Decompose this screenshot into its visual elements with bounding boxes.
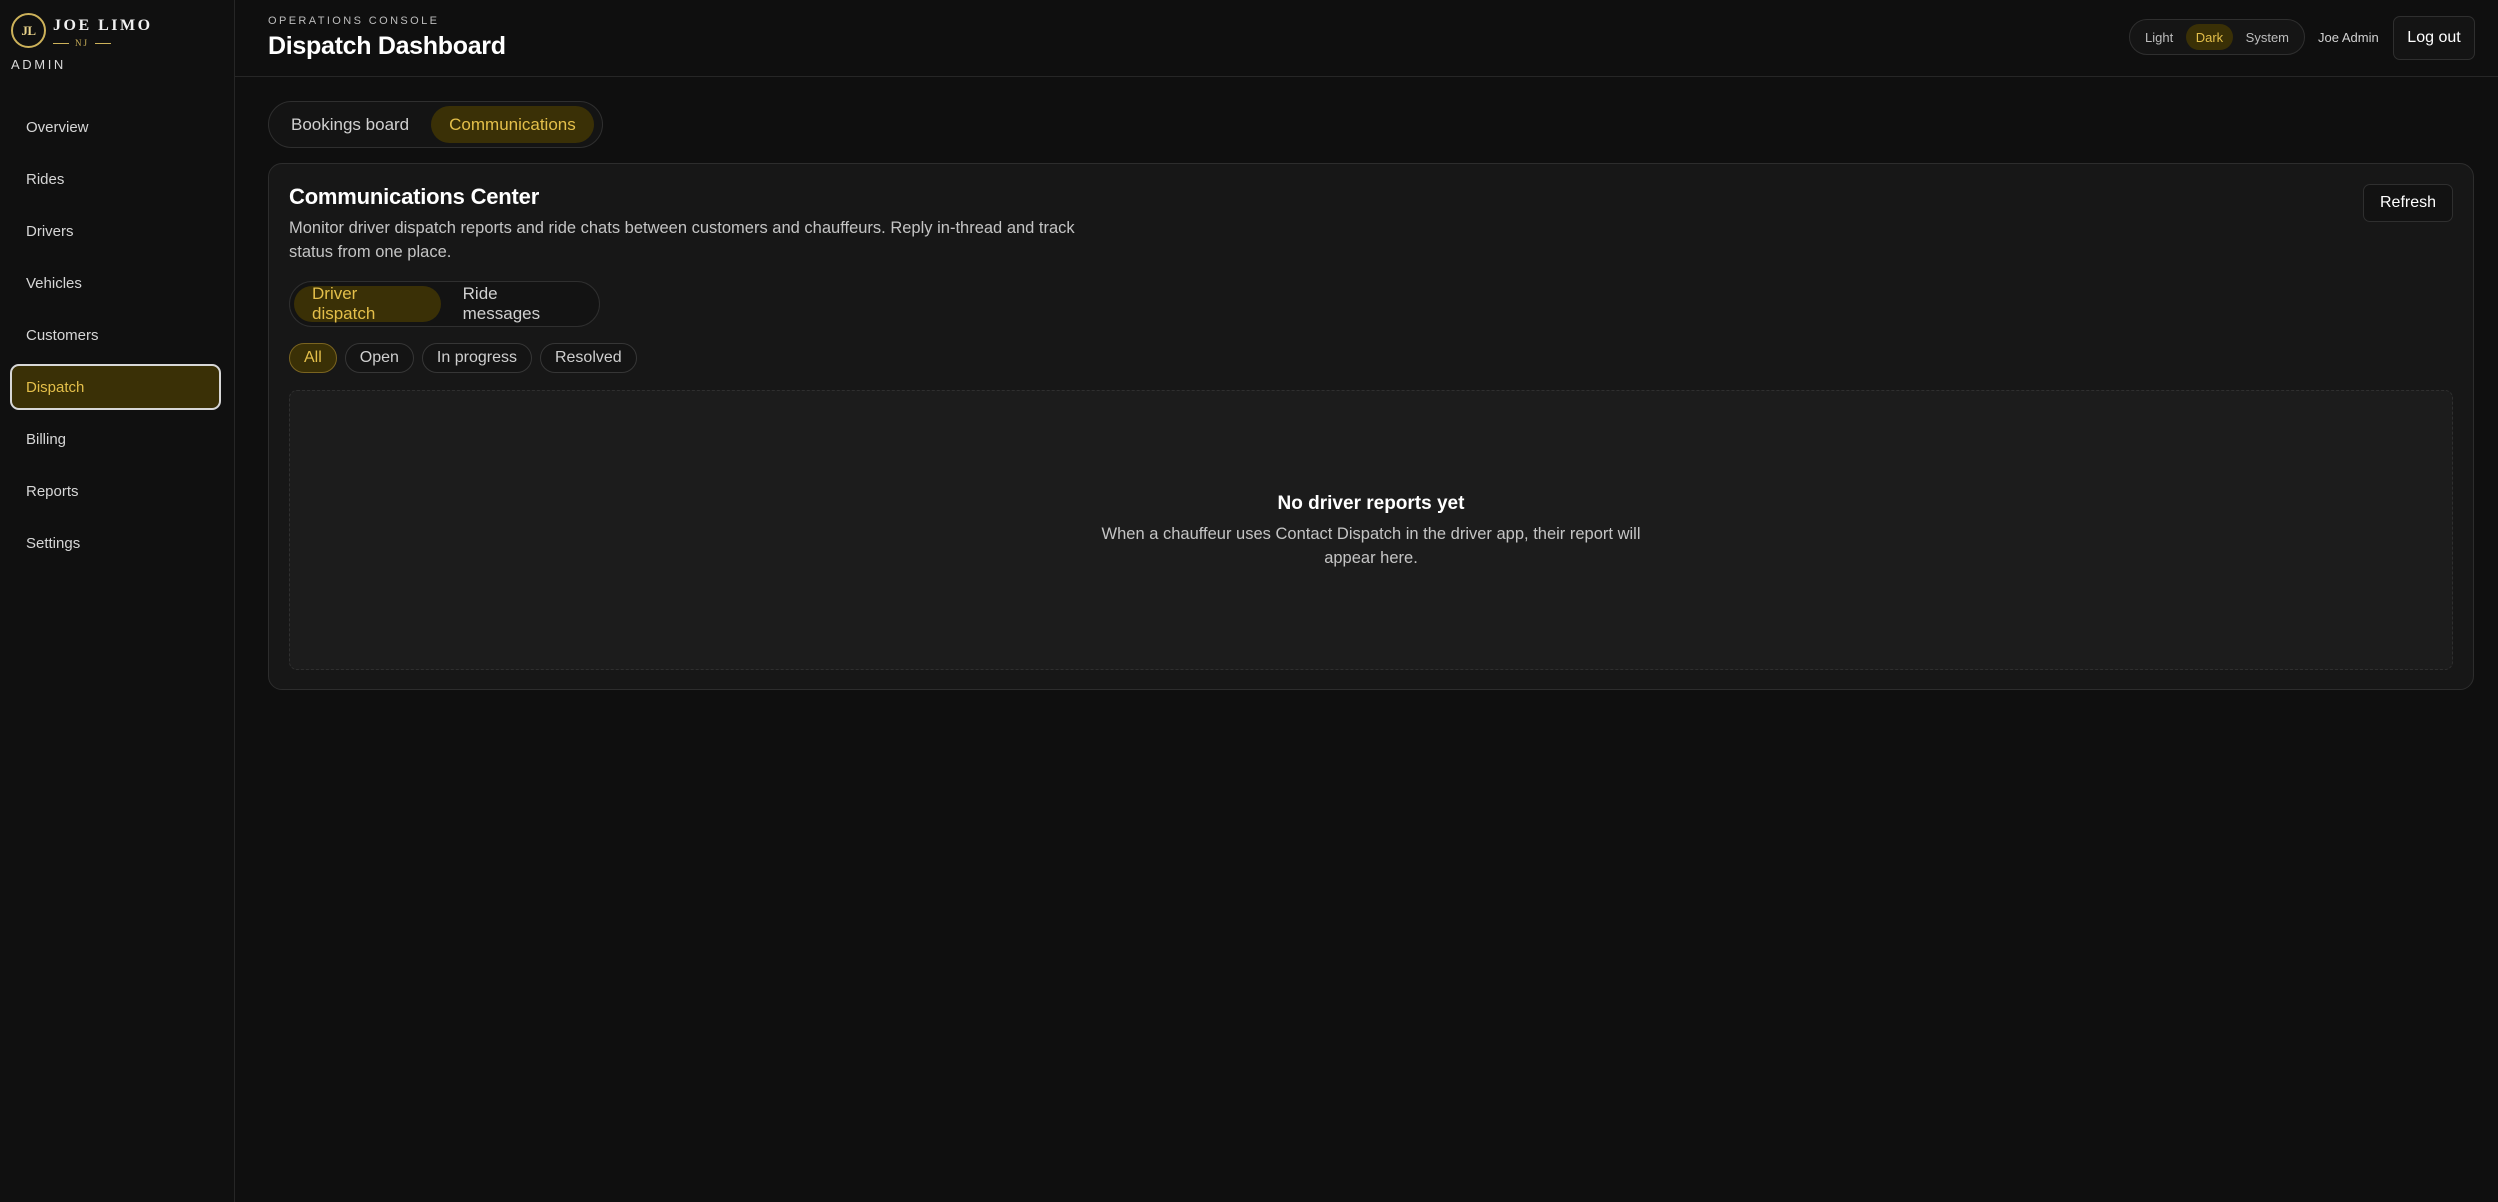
sidebar-item-overview[interactable]: Overview [10, 104, 221, 150]
top-header: OPERATIONS CONSOLE Dispatch Dashboard Li… [235, 0, 2498, 77]
tab-ride-messages[interactable]: Ride messages [445, 284, 595, 323]
sidebar-item-customers[interactable]: Customers [10, 312, 221, 358]
panel-description: Monitor driver dispatch reports and ride… [289, 219, 1075, 261]
sidebar-item-vehicles[interactable]: Vehicles [10, 260, 221, 306]
status-filters: All Open In progress Resolved [289, 343, 637, 373]
filter-all[interactable]: All [289, 343, 337, 373]
sidebar-item-billing[interactable]: Billing [10, 416, 221, 462]
filter-resolved[interactable]: Resolved [539, 343, 637, 373]
sidebar-item-drivers[interactable]: Drivers [10, 208, 221, 254]
tab-communications[interactable]: Communications [431, 106, 594, 143]
brand-logo[interactable]: JL JOE LIMO NJ ADMIN [11, 12, 231, 74]
user-name: Joe Admin [2318, 30, 2379, 45]
filter-open[interactable]: Open [344, 343, 414, 373]
sidebar-item-dispatch[interactable]: Dispatch [10, 364, 221, 410]
page-title: Dispatch Dashboard [268, 32, 506, 60]
empty-state-text: When a chauffeur uses Contact Dispatch i… [1101, 525, 1641, 567]
sidebar-nav: Overview Rides Drivers Vehicles Customer… [10, 104, 221, 572]
sidebar-item-settings[interactable]: Settings [10, 520, 221, 566]
theme-option-light[interactable]: Light [2135, 24, 2183, 50]
brand-monogram: JL [11, 13, 46, 48]
logout-button[interactable]: Log out [2393, 16, 2475, 60]
channel-tabs: Driver dispatch Ride messages [289, 281, 600, 327]
panel-title: Communications Center [289, 184, 540, 209]
filter-in-progress[interactable]: In progress [421, 343, 532, 373]
brand-region-text: NJ [75, 38, 90, 48]
empty-state-title: No driver reports yet [1277, 493, 1465, 514]
communications-panel: Communications Center Monitor driver dis… [268, 163, 2474, 690]
tab-bookings-board[interactable]: Bookings board [273, 106, 427, 143]
sidebar: JL JOE LIMO NJ ADMIN Overview Rides Driv… [0, 0, 235, 1202]
header-eyebrow: OPERATIONS CONSOLE [268, 15, 440, 27]
theme-option-dark[interactable]: Dark [2185, 24, 2234, 50]
empty-state: No driver reports yet When a chauffeur u… [289, 390, 2453, 670]
brand-role: ADMIN [11, 57, 66, 72]
brand-region: NJ [53, 36, 112, 50]
refresh-button[interactable]: Refresh [2363, 184, 2453, 222]
sidebar-item-reports[interactable]: Reports [10, 468, 221, 514]
tab-driver-dispatch[interactable]: Driver dispatch [294, 284, 441, 323]
theme-option-system[interactable]: System [2236, 24, 2299, 50]
sidebar-item-rides[interactable]: Rides [10, 156, 221, 202]
theme-switch: Light Dark System [2129, 19, 2305, 55]
brand-name: JOE LIMO [53, 17, 153, 34]
view-tabs: Bookings board Communications [268, 101, 603, 148]
